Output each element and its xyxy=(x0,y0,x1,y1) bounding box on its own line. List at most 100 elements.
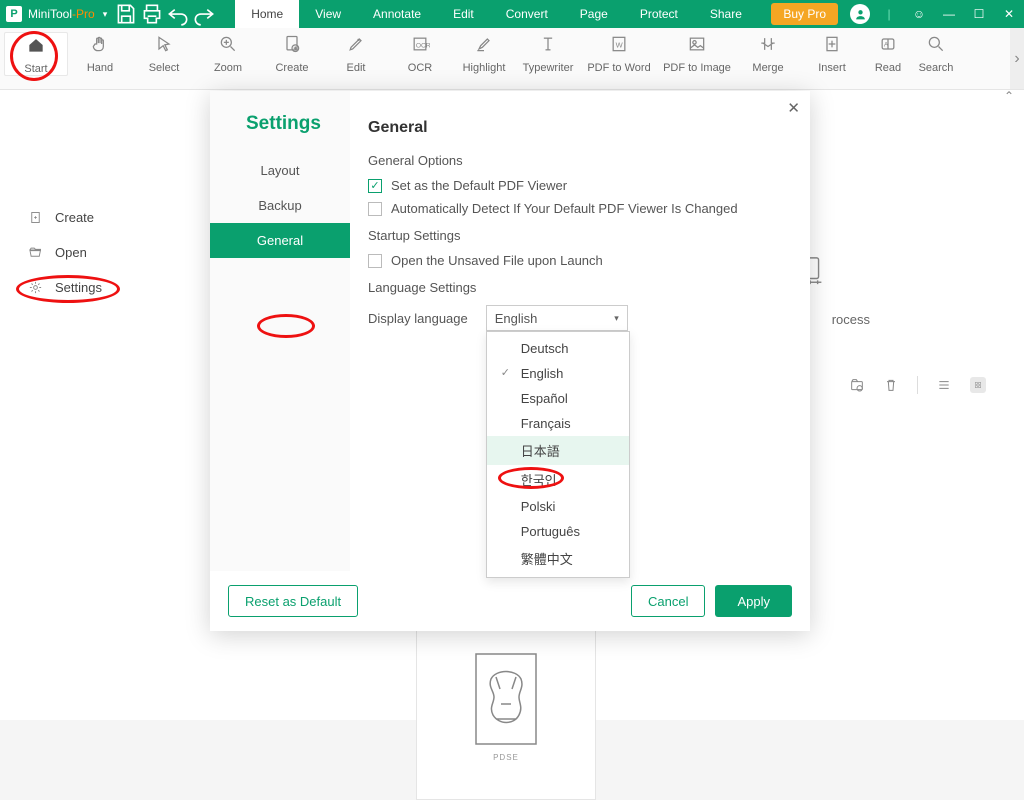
ribbon-scroll-right[interactable]: › xyxy=(1010,28,1024,89)
gear-icon xyxy=(28,280,43,295)
open-unsaved-checkbox[interactable] xyxy=(368,254,382,268)
buy-pro-button[interactable]: Buy Pro xyxy=(771,3,838,25)
menu-edit[interactable]: Edit xyxy=(437,0,490,28)
svg-text:W: W xyxy=(616,40,624,49)
recent-file-thumbnail[interactable]: PDSE xyxy=(416,610,596,800)
batch-process-label-fragment: rocess xyxy=(832,312,870,327)
account-avatar-icon[interactable] xyxy=(850,4,870,24)
highlight-icon xyxy=(474,32,494,56)
ribbon-collapse-button[interactable]: ⌃ xyxy=(1004,89,1014,103)
lang-option-6[interactable]: Polski xyxy=(487,494,629,519)
pdf2image-icon xyxy=(687,32,707,56)
menu-convert[interactable]: Convert xyxy=(490,0,564,28)
dialog-close-button[interactable]: ✕ xyxy=(787,99,800,117)
lang-option-5[interactable]: 한국인 xyxy=(487,465,629,494)
undo-icon[interactable] xyxy=(165,0,191,28)
create-icon xyxy=(282,32,302,56)
folder-open-icon xyxy=(28,245,43,260)
tool-label: PDF to Word xyxy=(587,62,650,74)
tool-label: Hand xyxy=(87,62,113,74)
app-logo-icon: P xyxy=(6,6,22,22)
tool-insert[interactable]: Insert xyxy=(800,32,864,74)
display-language-label: Display language xyxy=(368,311,468,326)
tool-label: Edit xyxy=(347,62,366,74)
tool-label: Typewriter xyxy=(523,62,574,74)
reset-default-button[interactable]: Reset as Default xyxy=(228,585,358,617)
tool-pdf-to-word[interactable]: W PDF to Word xyxy=(580,32,658,74)
typewriter-icon xyxy=(538,32,558,56)
recent-folder-location-icon[interactable] xyxy=(849,377,865,393)
settings-footer: Reset as Default Cancel Apply xyxy=(210,571,810,631)
settings-dialog: ✕ Settings LayoutBackupGeneral General G… xyxy=(210,91,810,631)
apply-button[interactable]: Apply xyxy=(715,585,792,617)
settings-tab-backup[interactable]: Backup xyxy=(210,188,350,223)
autodetect-viewer-checkbox[interactable] xyxy=(368,202,382,216)
tool-label: Insert xyxy=(818,62,846,74)
tool-edit[interactable]: Edit xyxy=(324,32,388,74)
tool-merge[interactable]: Merge xyxy=(736,32,800,74)
cursor-icon xyxy=(154,32,174,56)
lang-option-3[interactable]: Français xyxy=(487,411,629,436)
cancel-button[interactable]: Cancel xyxy=(631,585,705,617)
merge-icon xyxy=(758,32,778,56)
print-icon[interactable] xyxy=(139,0,165,28)
ocr-icon: OCR xyxy=(410,32,430,56)
menu-protect[interactable]: Protect xyxy=(624,0,694,28)
window-close-button[interactable]: ✕ xyxy=(994,0,1024,28)
default-viewer-checkbox[interactable]: ✓ xyxy=(368,179,382,193)
display-language-dropdown[interactable]: English ▾ DeutschEnglishEspañolFrançais日… xyxy=(486,305,628,331)
language-dropdown-list: DeutschEnglishEspañolFrançais日本語한국인Polsk… xyxy=(486,331,630,578)
settings-tab-general[interactable]: General xyxy=(210,223,350,258)
lang-option-2[interactable]: Español xyxy=(487,386,629,411)
settings-tab-layout[interactable]: Layout xyxy=(210,153,350,188)
svg-text:A: A xyxy=(884,42,889,49)
feedback-icon[interactable]: ☺ xyxy=(904,0,934,28)
tool-label: Start xyxy=(24,63,47,75)
tool-ocr[interactable]: OCR OCR xyxy=(388,32,452,74)
grid-view-icon[interactable] xyxy=(970,377,986,393)
menu-view[interactable]: View xyxy=(299,0,357,28)
tool-highlight[interactable]: Highlight xyxy=(452,32,516,74)
default-viewer-label: Set as the Default PDF Viewer xyxy=(391,178,567,193)
settings-dialog-title: Settings xyxy=(210,113,350,135)
save-icon[interactable] xyxy=(113,0,139,28)
edit-icon xyxy=(346,32,366,56)
tool-read[interactable]: ARead xyxy=(864,32,912,74)
tool-label: PDF to Image xyxy=(663,62,731,74)
menu-page[interactable]: Page xyxy=(564,0,624,28)
recent-delete-icon[interactable] xyxy=(883,377,899,393)
general-options-label: General Options xyxy=(368,153,788,168)
file-plus-icon xyxy=(28,210,43,225)
settings-heading: General xyxy=(368,119,788,137)
lang-option-7[interactable]: Português xyxy=(487,519,629,544)
tool-hand[interactable]: Hand xyxy=(68,32,132,74)
tool-search[interactable]: Search xyxy=(912,32,960,74)
tool-start[interactable]: Start xyxy=(4,32,68,76)
start-item-settings[interactable]: Settings xyxy=(0,270,210,305)
titlebar-sep: | xyxy=(874,0,904,28)
start-item-label: Open xyxy=(55,245,87,260)
list-view-icon[interactable] xyxy=(936,377,952,393)
tool-label: Search xyxy=(919,62,954,74)
menu-home[interactable]: Home xyxy=(235,0,299,28)
tool-create[interactable]: Create xyxy=(260,32,324,74)
lang-option-4[interactable]: 日本語 xyxy=(487,436,629,465)
start-item-create[interactable]: Create xyxy=(0,200,210,235)
language-settings-label: Language Settings xyxy=(368,280,788,295)
redo-icon[interactable] xyxy=(191,0,217,28)
tool-typewriter[interactable]: Typewriter xyxy=(516,32,580,74)
tool-zoom[interactable]: Zoom xyxy=(196,32,260,74)
tool-label: OCR xyxy=(408,62,432,74)
menu-annotate[interactable]: Annotate xyxy=(357,0,437,28)
menu-share[interactable]: Share xyxy=(694,0,758,28)
main-menu: HomeViewAnnotateEditConvertPageProtectSh… xyxy=(235,0,758,28)
lang-option-8[interactable]: 繁體中文 xyxy=(487,544,629,573)
tool-pdf-to-image[interactable]: PDF to Image xyxy=(658,32,736,74)
tool-select[interactable]: Select xyxy=(132,32,196,74)
start-item-open[interactable]: Open xyxy=(0,235,210,270)
lang-option-1[interactable]: English xyxy=(487,361,629,386)
app-name-dropdown-icon[interactable]: ▾ xyxy=(103,9,108,20)
lang-option-0[interactable]: Deutsch xyxy=(487,336,629,361)
window-minimize-button[interactable]: ― xyxy=(934,0,964,28)
window-maximize-button[interactable]: ☐ xyxy=(964,0,994,28)
